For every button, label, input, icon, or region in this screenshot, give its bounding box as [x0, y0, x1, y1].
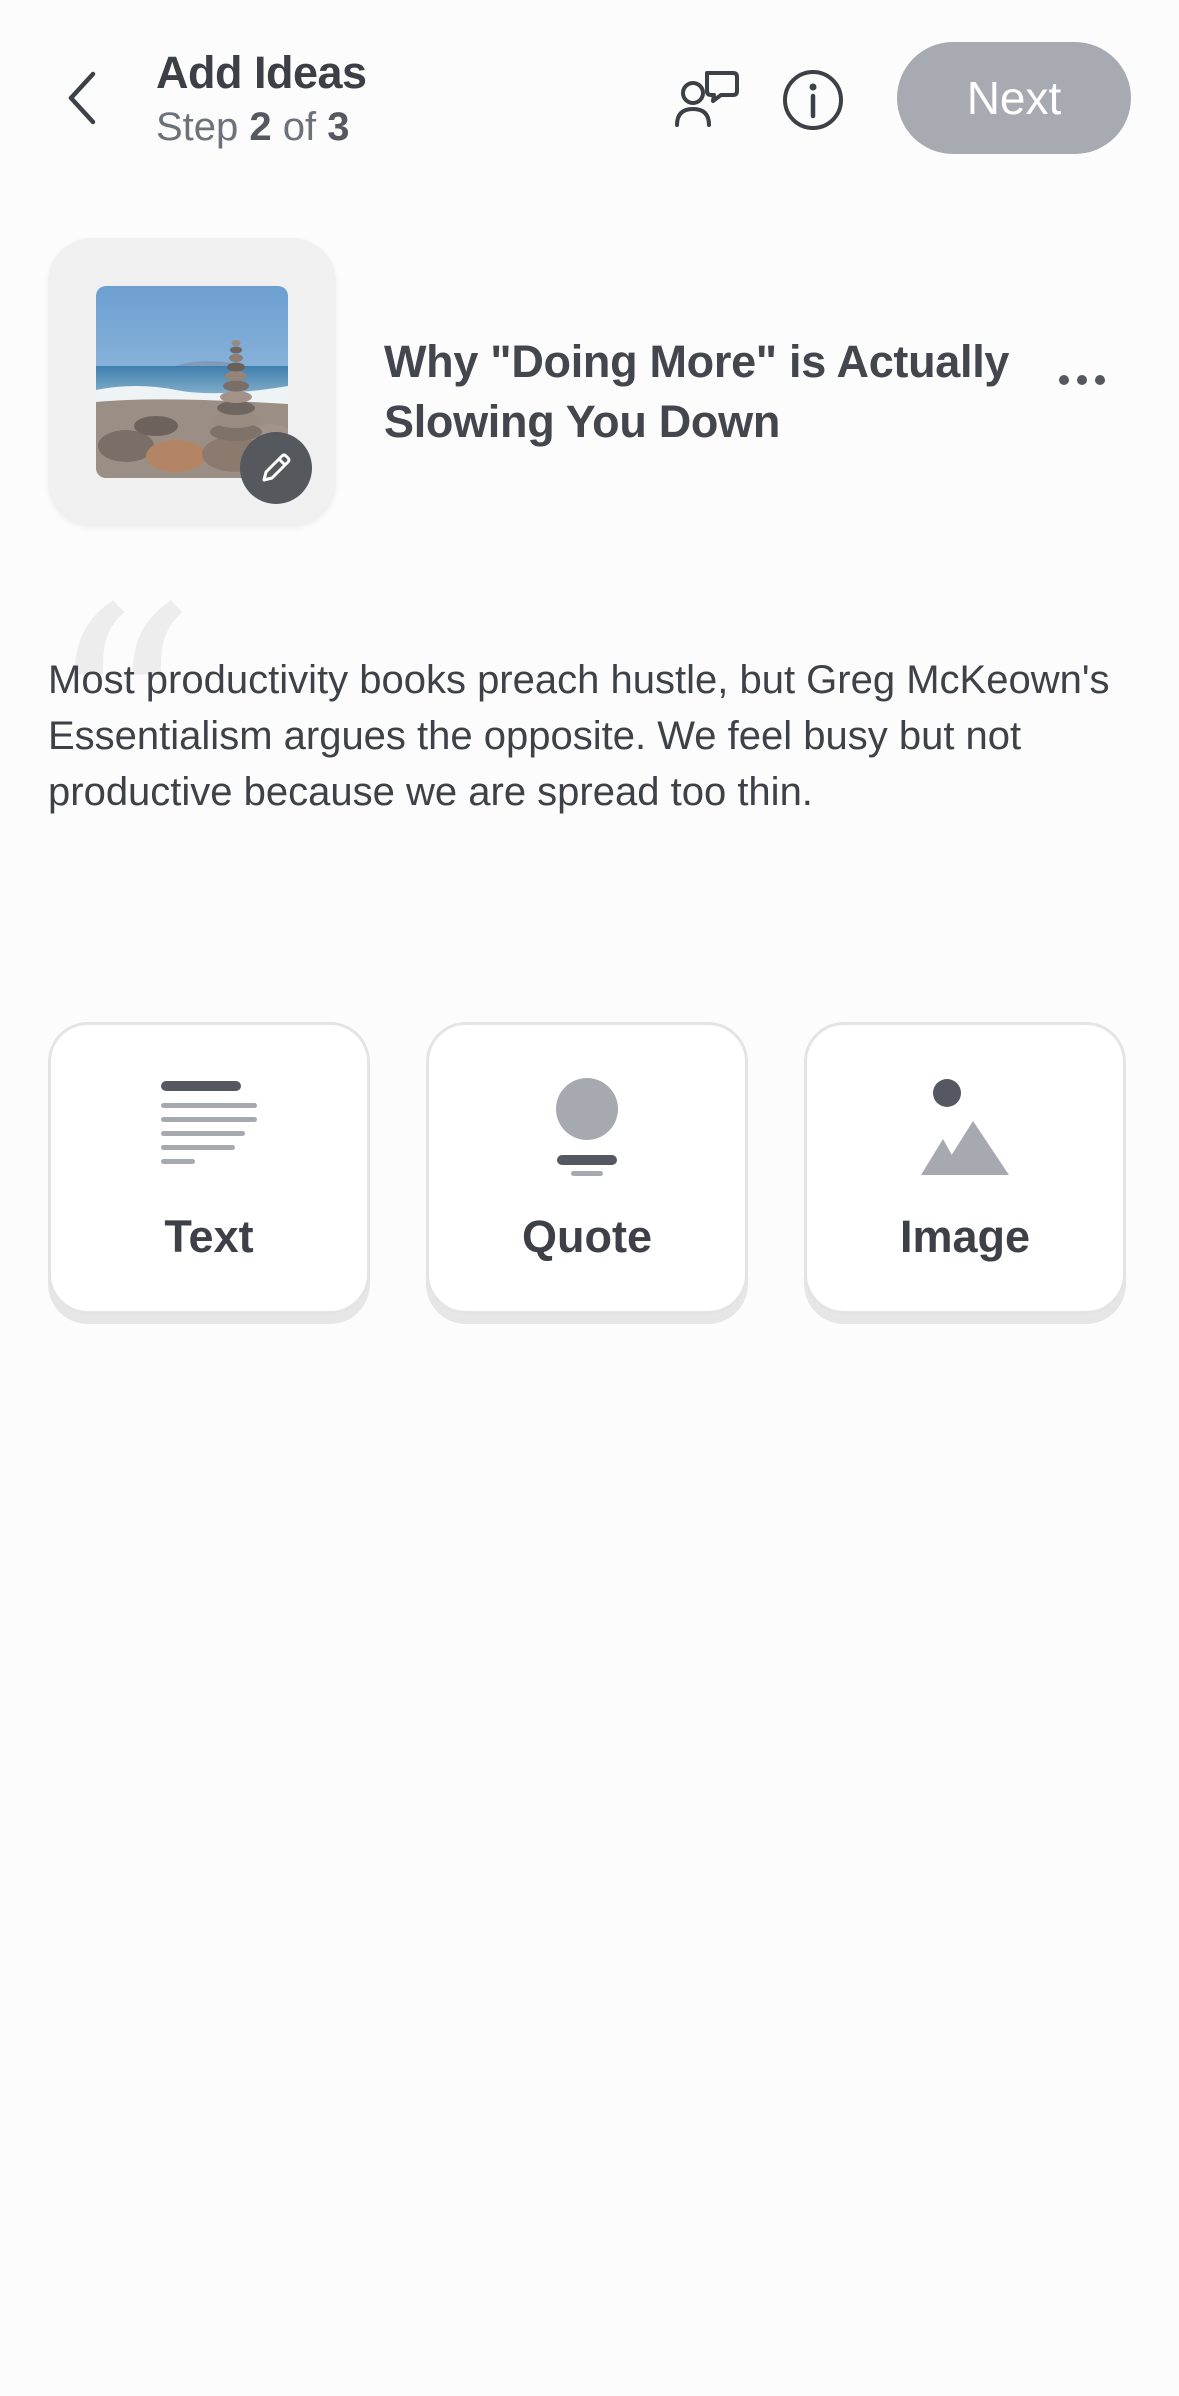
- add-text-button[interactable]: Text: [48, 1022, 370, 1314]
- more-horizontal-icon: [1059, 375, 1069, 385]
- step-of: of: [271, 105, 328, 149]
- add-image-button[interactable]: Image: [804, 1022, 1126, 1314]
- step-prefix: Step: [156, 105, 250, 149]
- add-text-label: Text: [164, 1211, 254, 1262]
- info-icon: [783, 70, 843, 130]
- chat-people-icon: [675, 71, 739, 127]
- edit-cover-button[interactable]: [240, 432, 312, 504]
- page-title: Add Ideas: [156, 47, 367, 98]
- next-button[interactable]: Next: [897, 42, 1131, 154]
- idea-title[interactable]: Why "Doing More" is Actually Slowing You…: [384, 332, 1024, 452]
- quote-icon: [556, 1078, 618, 1176]
- pencil-icon: [262, 453, 291, 482]
- step-current: 2: [249, 105, 272, 149]
- chevron-left-icon: [68, 71, 96, 125]
- chat-button[interactable]: [664, 58, 748, 142]
- more-options-button[interactable]: [1046, 352, 1118, 408]
- title-block: Add Ideas Step 2 of 3: [156, 46, 367, 152]
- step-indicator: Step 2 of 3: [156, 102, 367, 152]
- idea-body-text[interactable]: Most productivity books preach hustle, b…: [48, 652, 1148, 820]
- cover-image-frame[interactable]: [48, 238, 336, 526]
- more-dot: [1077, 375, 1087, 385]
- image-icon: [921, 1079, 1009, 1175]
- header: Add Ideas Step 2 of 3 Next: [0, 0, 1179, 200]
- add-image-label: Image: [899, 1211, 1031, 1262]
- more-dot: [1095, 375, 1105, 385]
- info-button[interactable]: [771, 58, 855, 142]
- step-total: 3: [327, 105, 350, 149]
- add-quote-button[interactable]: Quote: [426, 1022, 748, 1314]
- text-lines-icon: [161, 1081, 257, 1164]
- add-quote-label: Quote: [522, 1211, 652, 1262]
- back-button[interactable]: [48, 58, 118, 138]
